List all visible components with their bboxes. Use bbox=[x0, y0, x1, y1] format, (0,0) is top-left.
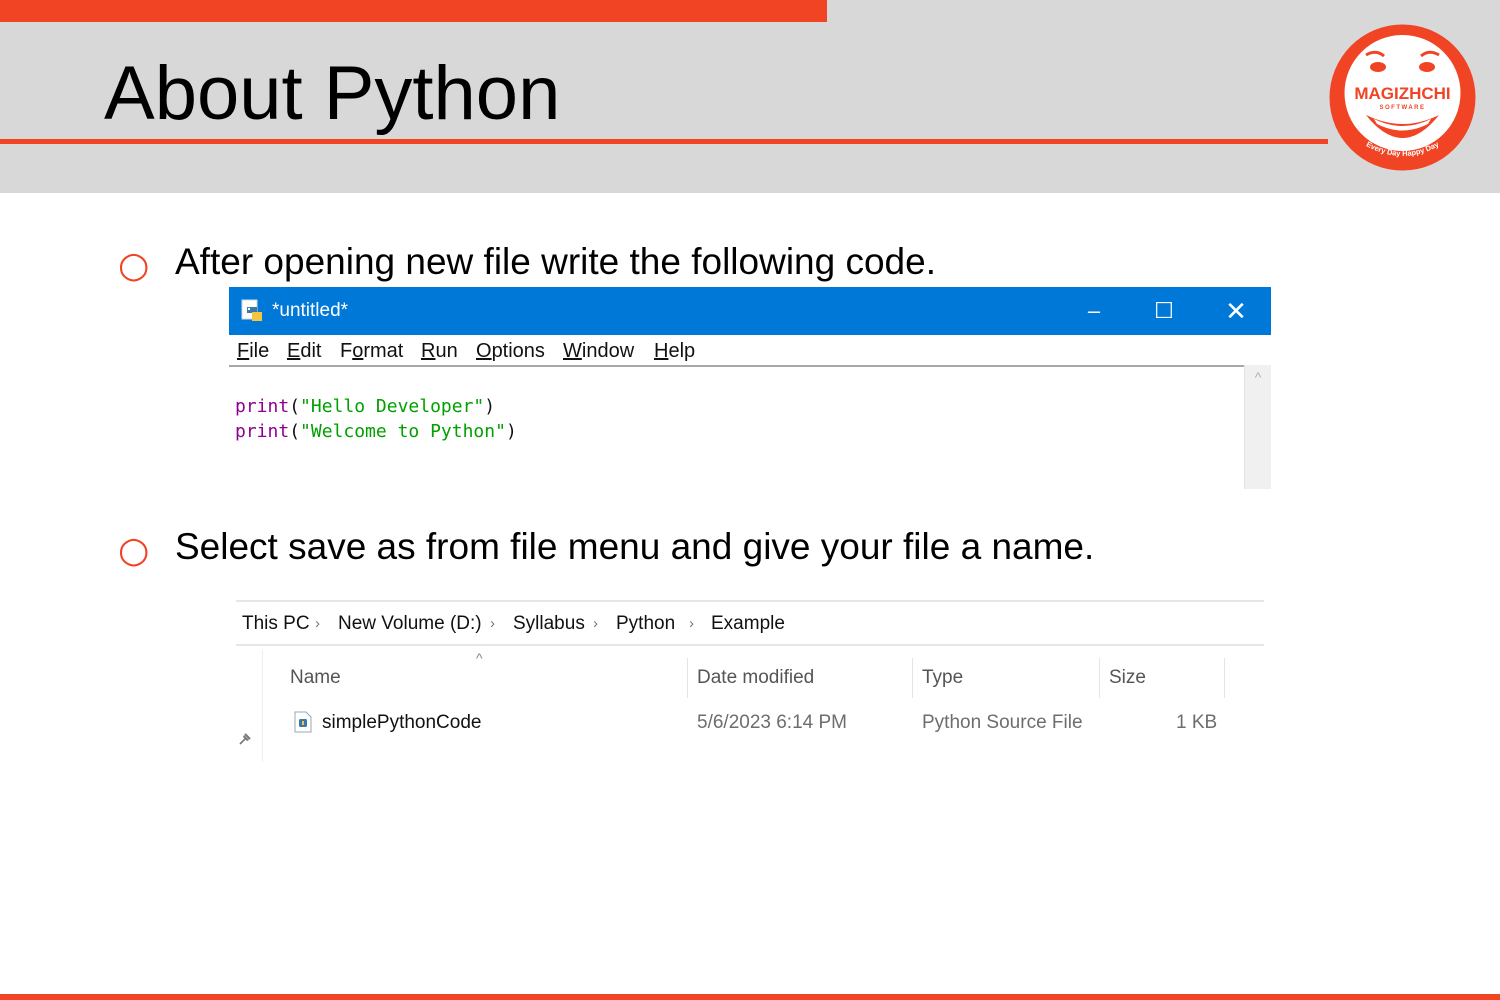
nav-pane-divider bbox=[262, 650, 263, 762]
close-button[interactable]: ✕ bbox=[1216, 295, 1256, 327]
column-header-type[interactable]: Type bbox=[922, 666, 963, 690]
top-accent-bar bbox=[0, 0, 827, 22]
bullet-text-1: After opening new file write the followi… bbox=[175, 241, 936, 282]
column-header-date[interactable]: Date modified bbox=[697, 666, 814, 690]
sort-ascending-icon: ^ bbox=[476, 650, 483, 666]
file-date-modified: 5/6/2023 6:14 PM bbox=[697, 712, 847, 733]
vertical-scrollbar[interactable]: ^ bbox=[1244, 365, 1271, 489]
column-divider[interactable] bbox=[687, 658, 688, 698]
maximize-button[interactable]: ☐ bbox=[1144, 295, 1184, 327]
column-divider[interactable] bbox=[912, 658, 913, 698]
logo-name: MAGIZHCHI bbox=[1354, 84, 1450, 103]
breadcrumb-python[interactable]: Python bbox=[616, 612, 675, 636]
breadcrumb-new-volume[interactable]: New Volume (D:) bbox=[338, 612, 482, 636]
menu-window[interactable]: Window bbox=[563, 339, 634, 363]
idle-editor-window: *untitled* – ☐ ✕ File Edit Format Run Op… bbox=[229, 287, 1271, 489]
magizhchi-logo: MAGIZHCHI SOFTWARE Every Day Happy Day bbox=[1329, 24, 1476, 171]
idle-menubar: File Edit Format Run Options Window Help bbox=[229, 335, 1271, 367]
column-divider[interactable] bbox=[1099, 658, 1100, 698]
chevron-right-icon: › bbox=[490, 615, 495, 632]
bottom-rule bbox=[0, 994, 1500, 1000]
file-type: Python Source File bbox=[922, 712, 1083, 733]
chevron-right-icon: › bbox=[593, 615, 598, 632]
breadcrumb-syllabus[interactable]: Syllabus bbox=[513, 612, 585, 636]
breadcrumb-example[interactable]: Example bbox=[711, 612, 785, 636]
menu-help[interactable]: Help bbox=[654, 339, 695, 363]
pin-icon bbox=[239, 733, 251, 745]
code-line-2: print("Welcome to Python") bbox=[235, 421, 517, 442]
column-header-name[interactable]: Name bbox=[290, 666, 341, 690]
minimize-button[interactable]: – bbox=[1074, 295, 1114, 327]
logo-sub: SOFTWARE bbox=[1380, 105, 1426, 111]
slide-title: About Python bbox=[104, 51, 561, 136]
file-size: 1 KB bbox=[1176, 712, 1218, 733]
menu-format[interactable]: Format bbox=[340, 339, 403, 363]
scroll-up-icon[interactable]: ^ bbox=[1251, 370, 1265, 384]
breadcrumb-this-pc[interactable]: This PC bbox=[242, 612, 310, 636]
idle-titlebar: *untitled* – ☐ ✕ bbox=[229, 287, 1271, 335]
header-band-top bbox=[827, 0, 1500, 22]
code-editor[interactable]: print("Hello Developer") print("Welcome … bbox=[229, 369, 1244, 489]
column-divider[interactable] bbox=[1224, 658, 1225, 698]
column-header-size[interactable]: Size bbox=[1109, 666, 1146, 690]
window-title: *untitled* bbox=[272, 300, 349, 321]
breadcrumb: This PC › New Volume (D:) › Syllabus › P… bbox=[236, 600, 1264, 646]
python-idle-icon bbox=[241, 299, 262, 321]
code-line-1: print("Hello Developer") bbox=[235, 396, 496, 417]
menu-edit[interactable]: Edit bbox=[287, 339, 321, 363]
header-rule bbox=[0, 139, 1328, 144]
file-name: simplePythonCode bbox=[322, 712, 482, 733]
bullet-text-2: Select save as from file menu and give y… bbox=[175, 526, 1095, 567]
menu-file[interactable]: File bbox=[237, 339, 269, 363]
bullet-marker: ○ bbox=[118, 530, 150, 571]
bullet-marker: ○ bbox=[118, 245, 150, 286]
chevron-right-icon: › bbox=[315, 615, 320, 632]
menu-options[interactable]: Options bbox=[476, 339, 545, 363]
python-file-icon bbox=[294, 711, 312, 733]
file-explorer: This PC › New Volume (D:) › Syllabus › P… bbox=[236, 600, 1264, 762]
chevron-right-icon: › bbox=[689, 615, 694, 632]
menu-run[interactable]: Run bbox=[421, 339, 458, 363]
